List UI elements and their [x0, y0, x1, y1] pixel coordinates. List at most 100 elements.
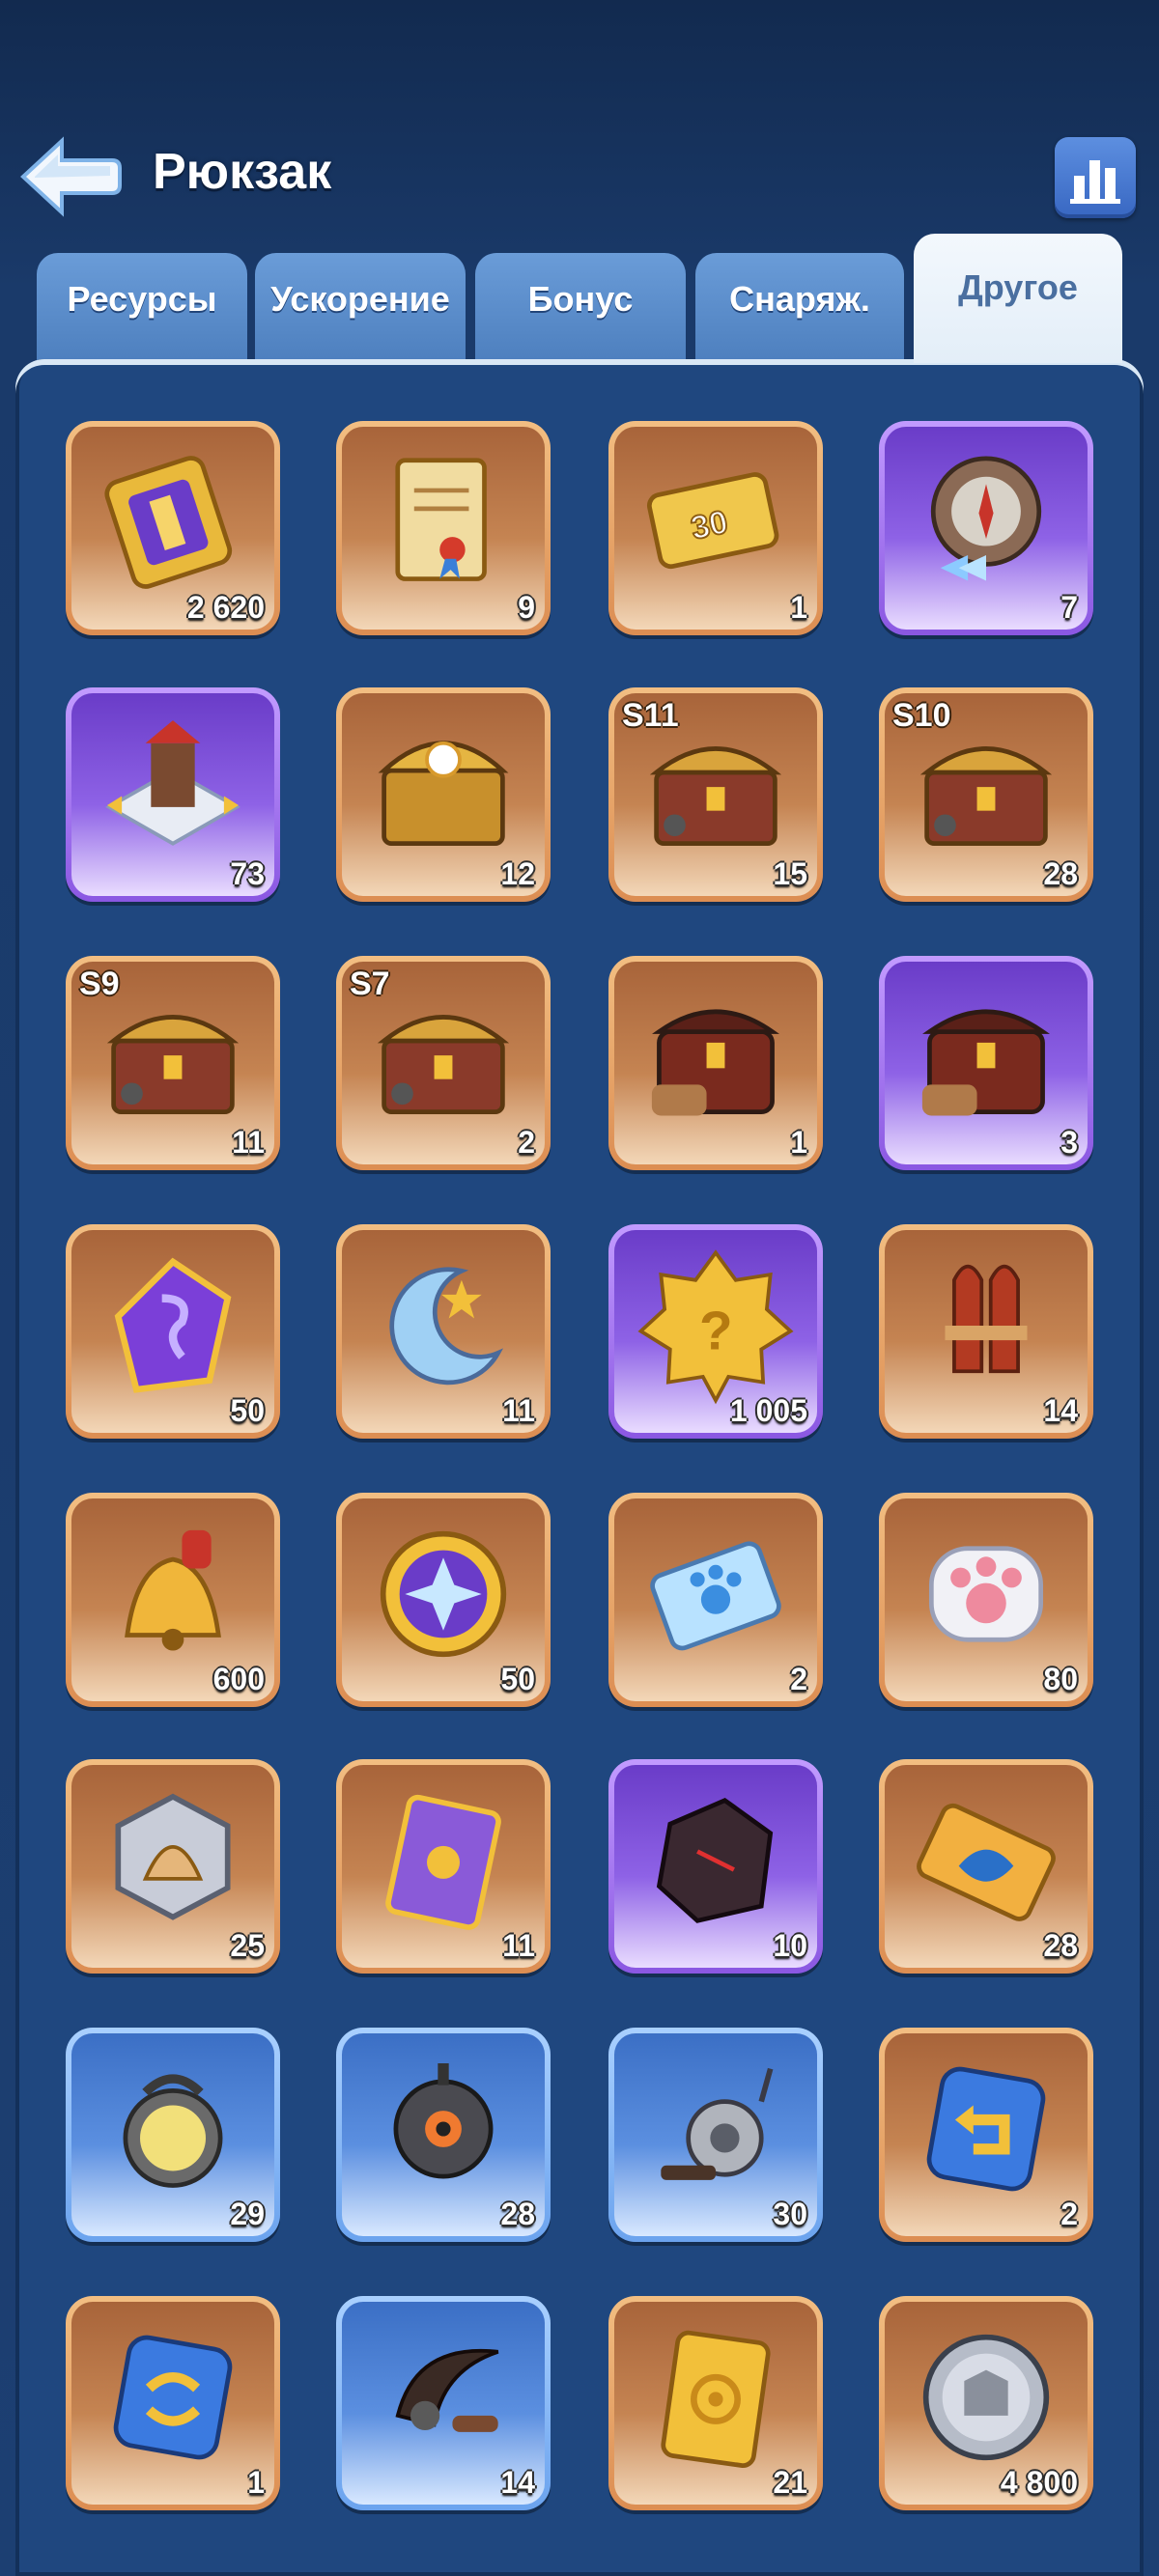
item-frame: 7	[885, 427, 1088, 630]
paw-token-icon	[928, 1546, 1044, 1642]
inventory-item[interactable]: 7	[879, 421, 1093, 635]
inventory-item[interactable]: 2 620	[66, 421, 280, 635]
item-frame: 80	[885, 1498, 1088, 1701]
item-frame: 30 1	[614, 427, 817, 630]
item-frame: 29	[71, 2033, 274, 2236]
inventory-item[interactable]: ? 1 005	[608, 1224, 823, 1439]
season-badge: S10	[892, 697, 951, 734]
item-frame: 12	[342, 693, 545, 896]
inventory-item[interactable]: 1	[66, 2296, 280, 2510]
inventory-item[interactable]: 29	[66, 2028, 280, 2242]
inventory-item[interactable]: 50	[66, 1224, 280, 1439]
inventory-item[interactable]: 2	[608, 1493, 823, 1707]
paw-ticket-icon	[650, 1541, 781, 1651]
item-frame: ? 1 005	[614, 1230, 817, 1433]
item-frame: S7 2	[342, 962, 545, 1164]
season-badge: S9	[79, 966, 120, 1002]
tab-other[interactable]: Другое	[914, 234, 1122, 363]
item-frame: 1	[614, 962, 817, 1164]
gold-ticket-target-icon	[661, 2330, 771, 2468]
inventory-item[interactable]: 14	[879, 1224, 1093, 1439]
item-count: 29	[230, 2197, 265, 2231]
silver-coin-icon	[922, 2334, 1050, 2461]
inventory-item[interactable]: 9	[336, 421, 551, 635]
inventory-item[interactable]: 73	[66, 687, 280, 902]
item-frame: 9	[342, 427, 545, 630]
item-count: 600	[212, 1662, 265, 1696]
item-count: 12	[500, 856, 535, 891]
gear-chest-icon	[651, 1009, 779, 1116]
inventory-item[interactable]: 21	[608, 2296, 823, 2510]
inventory-item[interactable]: 28	[879, 1759, 1093, 1974]
inventory-item[interactable]: 11	[336, 1224, 551, 1439]
inventory-item[interactable]: 1	[608, 956, 823, 1170]
item-frame: 4 800	[885, 2302, 1088, 2505]
item-count: 1	[790, 590, 807, 625]
inventory-item[interactable]: 600	[66, 1493, 280, 1707]
item-count: 14	[1043, 1393, 1078, 1428]
item-count: 1	[247, 2465, 265, 2500]
item-frame: 50	[71, 1230, 274, 1433]
robot-icon	[393, 2063, 494, 2179]
item-frame: 3	[885, 962, 1088, 1164]
inventory-item[interactable]: 10	[608, 1759, 823, 1974]
inventory-item[interactable]: 14	[336, 2296, 551, 2510]
treasure-chest-icon	[378, 741, 509, 847]
item-frame: 2	[885, 2033, 1088, 2236]
season-badge: S11	[622, 697, 679, 734]
item-count: 80	[1043, 1662, 1078, 1696]
inventory-item[interactable]: S7 2	[336, 956, 551, 1170]
gear-chest-icon	[921, 1009, 1050, 1116]
inventory-item[interactable]: 3	[879, 956, 1093, 1170]
item-count: 14	[500, 2465, 535, 2500]
coupon-30-icon: 30	[647, 472, 779, 570]
item-frame: S10 28	[885, 693, 1088, 896]
item-count: 50	[500, 1662, 535, 1696]
undo-icon	[926, 2066, 1046, 2192]
item-count: 50	[230, 1393, 265, 1428]
item-frame: 2	[614, 1498, 817, 1701]
moon-emblem-icon	[389, 1267, 504, 1386]
item-count: 11	[502, 1393, 535, 1428]
item-frame: 21	[614, 2302, 817, 2505]
inventory-item[interactable]: S11 15	[608, 687, 823, 902]
inventory-item[interactable]: 12	[336, 687, 551, 902]
swap-icon	[113, 2335, 233, 2460]
item-frame: 1	[71, 2302, 274, 2505]
inventory-item[interactable]: 28	[336, 2028, 551, 2242]
item-frame: 11	[342, 1765, 545, 1968]
inventory-item[interactable]: S9 11	[66, 956, 280, 1170]
inventory-item[interactable]: 30 1	[608, 421, 823, 635]
item-count: 73	[230, 856, 265, 891]
inventory-item[interactable]: 30	[608, 2028, 823, 2242]
inventory-item[interactable]: 80	[879, 1493, 1093, 1707]
inventory-item[interactable]: S10 28	[879, 687, 1093, 902]
item-count: 11	[232, 1125, 265, 1160]
fish-ticket-icon	[917, 1803, 1056, 1921]
item-frame: 28	[342, 2033, 545, 2236]
item-frame: 14	[342, 2302, 545, 2505]
item-count: 9	[518, 590, 535, 625]
compass-icon	[930, 456, 1042, 581]
item-frame: 2 620	[71, 427, 274, 630]
inventory-item[interactable]: 11	[336, 1759, 551, 1974]
inventory-item[interactable]: 2	[879, 2028, 1093, 2242]
item-frame: 28	[885, 1765, 1088, 1968]
inventory-item[interactable]: 50	[336, 1493, 551, 1707]
inventory-grid: 2 620 9 30 1 7 73 12 S11 15 S10 28 S9 11 S7 2 1 3 50 11? 1 …	[0, 0, 1159, 2576]
inventory-item[interactable]: 25	[66, 1759, 280, 1974]
item-count: 25	[230, 1928, 265, 1963]
item-count: 15	[773, 856, 807, 891]
item-frame: 11	[342, 1230, 545, 1433]
item-count: 28	[1043, 856, 1078, 891]
lamp-icon	[123, 2074, 223, 2188]
item-frame: 50	[342, 1498, 545, 1701]
item-count: 3	[1060, 1125, 1078, 1160]
item-frame: S11 15	[614, 693, 817, 896]
shell-token-icon	[115, 1793, 231, 1920]
item-count: 10	[773, 1928, 807, 1963]
item-count: 21	[773, 2465, 807, 2500]
bell-icon	[125, 1529, 221, 1651]
inventory-item[interactable]: 4 800	[879, 2296, 1093, 2510]
tab-label: Другое	[958, 267, 1078, 307]
